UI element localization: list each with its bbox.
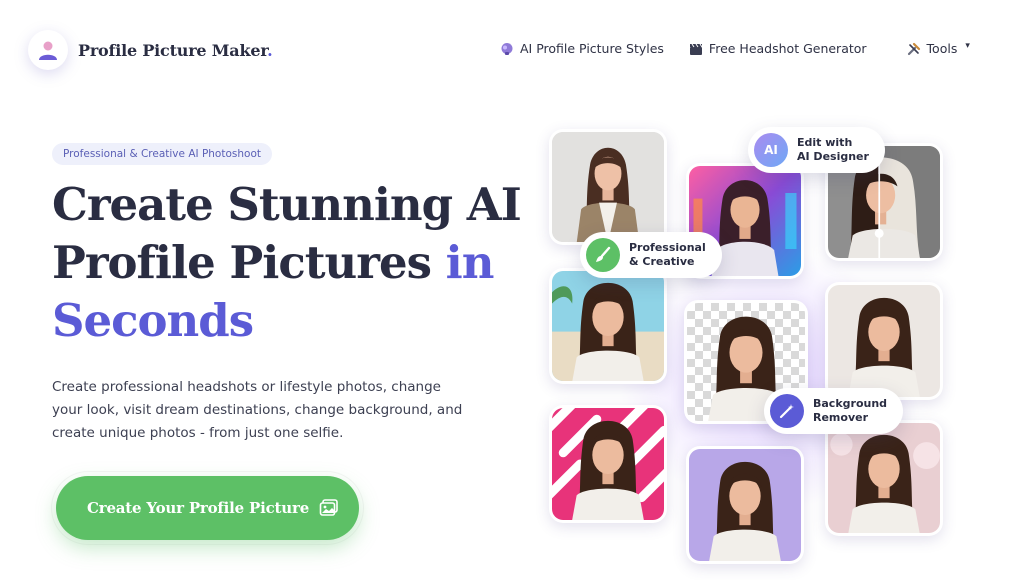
portrait-image xyxy=(828,423,940,533)
badge-professional-creative: Professional & Creative xyxy=(580,232,722,278)
logo-user-icon xyxy=(28,30,68,70)
portrait-image xyxy=(552,408,664,520)
portrait-image xyxy=(689,449,801,561)
nav-styles-label: AI Profile Picture Styles xyxy=(520,41,664,56)
sample-photo-beach xyxy=(549,268,667,384)
brand-name: Profile Picture Maker. xyxy=(78,40,273,60)
portrait-image xyxy=(552,132,664,242)
cta-label: Create Your Profile Picture xyxy=(87,499,310,517)
sample-photo-studio xyxy=(825,282,943,400)
hero-subtitle: Create professional headshots or lifesty… xyxy=(52,379,463,441)
nav-tools-dropdown[interactable]: Tools ▾ xyxy=(907,41,970,56)
main-nav: AI Profile Picture Styles Free Headshot … xyxy=(500,41,970,56)
nav-tools-label: Tools xyxy=(926,41,958,56)
hero-headline: Create Stunning AI Profile Pictures in S… xyxy=(52,176,522,350)
headline-accent-in: in xyxy=(445,236,495,289)
brand-logo[interactable]: Profile Picture Maker. xyxy=(28,30,273,70)
badge-background-remover: Background Remover xyxy=(764,388,904,434)
sample-photo-business xyxy=(549,129,667,245)
sample-photo-bokeh xyxy=(825,420,943,536)
nav-ai-profile-picture-styles[interactable]: AI Profile Picture Styles xyxy=(500,41,664,56)
magic-wand-icon xyxy=(770,394,804,428)
badge-professional-creative-label: Professional & Creative xyxy=(629,241,706,268)
tools-icon xyxy=(907,42,921,56)
chevron-down-icon: ▾ xyxy=(965,40,970,51)
headline-accent-seconds: Seconds xyxy=(52,294,254,347)
badge-background-remover-label: Background Remover xyxy=(813,397,888,424)
badge-ai-designer-label: Edit with AI Designer xyxy=(797,136,869,163)
image-icon xyxy=(319,498,339,518)
ai-icon: AI xyxy=(754,133,788,167)
sample-photo-lavender xyxy=(686,446,804,564)
badge-ai-designer: AI Edit with AI Designer xyxy=(748,127,885,173)
tagline-pill: Professional & Creative AI Photoshoot xyxy=(52,143,272,165)
sample-photo-pink-pattern xyxy=(549,405,667,523)
portrait-image xyxy=(828,285,940,397)
nav-free-headshot-generator[interactable]: Free Headshot Generator xyxy=(689,41,867,56)
brain-icon xyxy=(500,42,514,56)
portrait-image xyxy=(552,271,664,381)
headline-line1: Create Stunning AI xyxy=(52,178,522,231)
nav-headshot-label: Free Headshot Generator xyxy=(708,41,867,56)
clapperboard-icon xyxy=(689,42,703,56)
headline-line2: Profile Pictures xyxy=(52,236,432,289)
create-profile-picture-button[interactable]: Create Your Profile Picture xyxy=(56,476,359,540)
paintbrush-icon xyxy=(586,238,620,272)
